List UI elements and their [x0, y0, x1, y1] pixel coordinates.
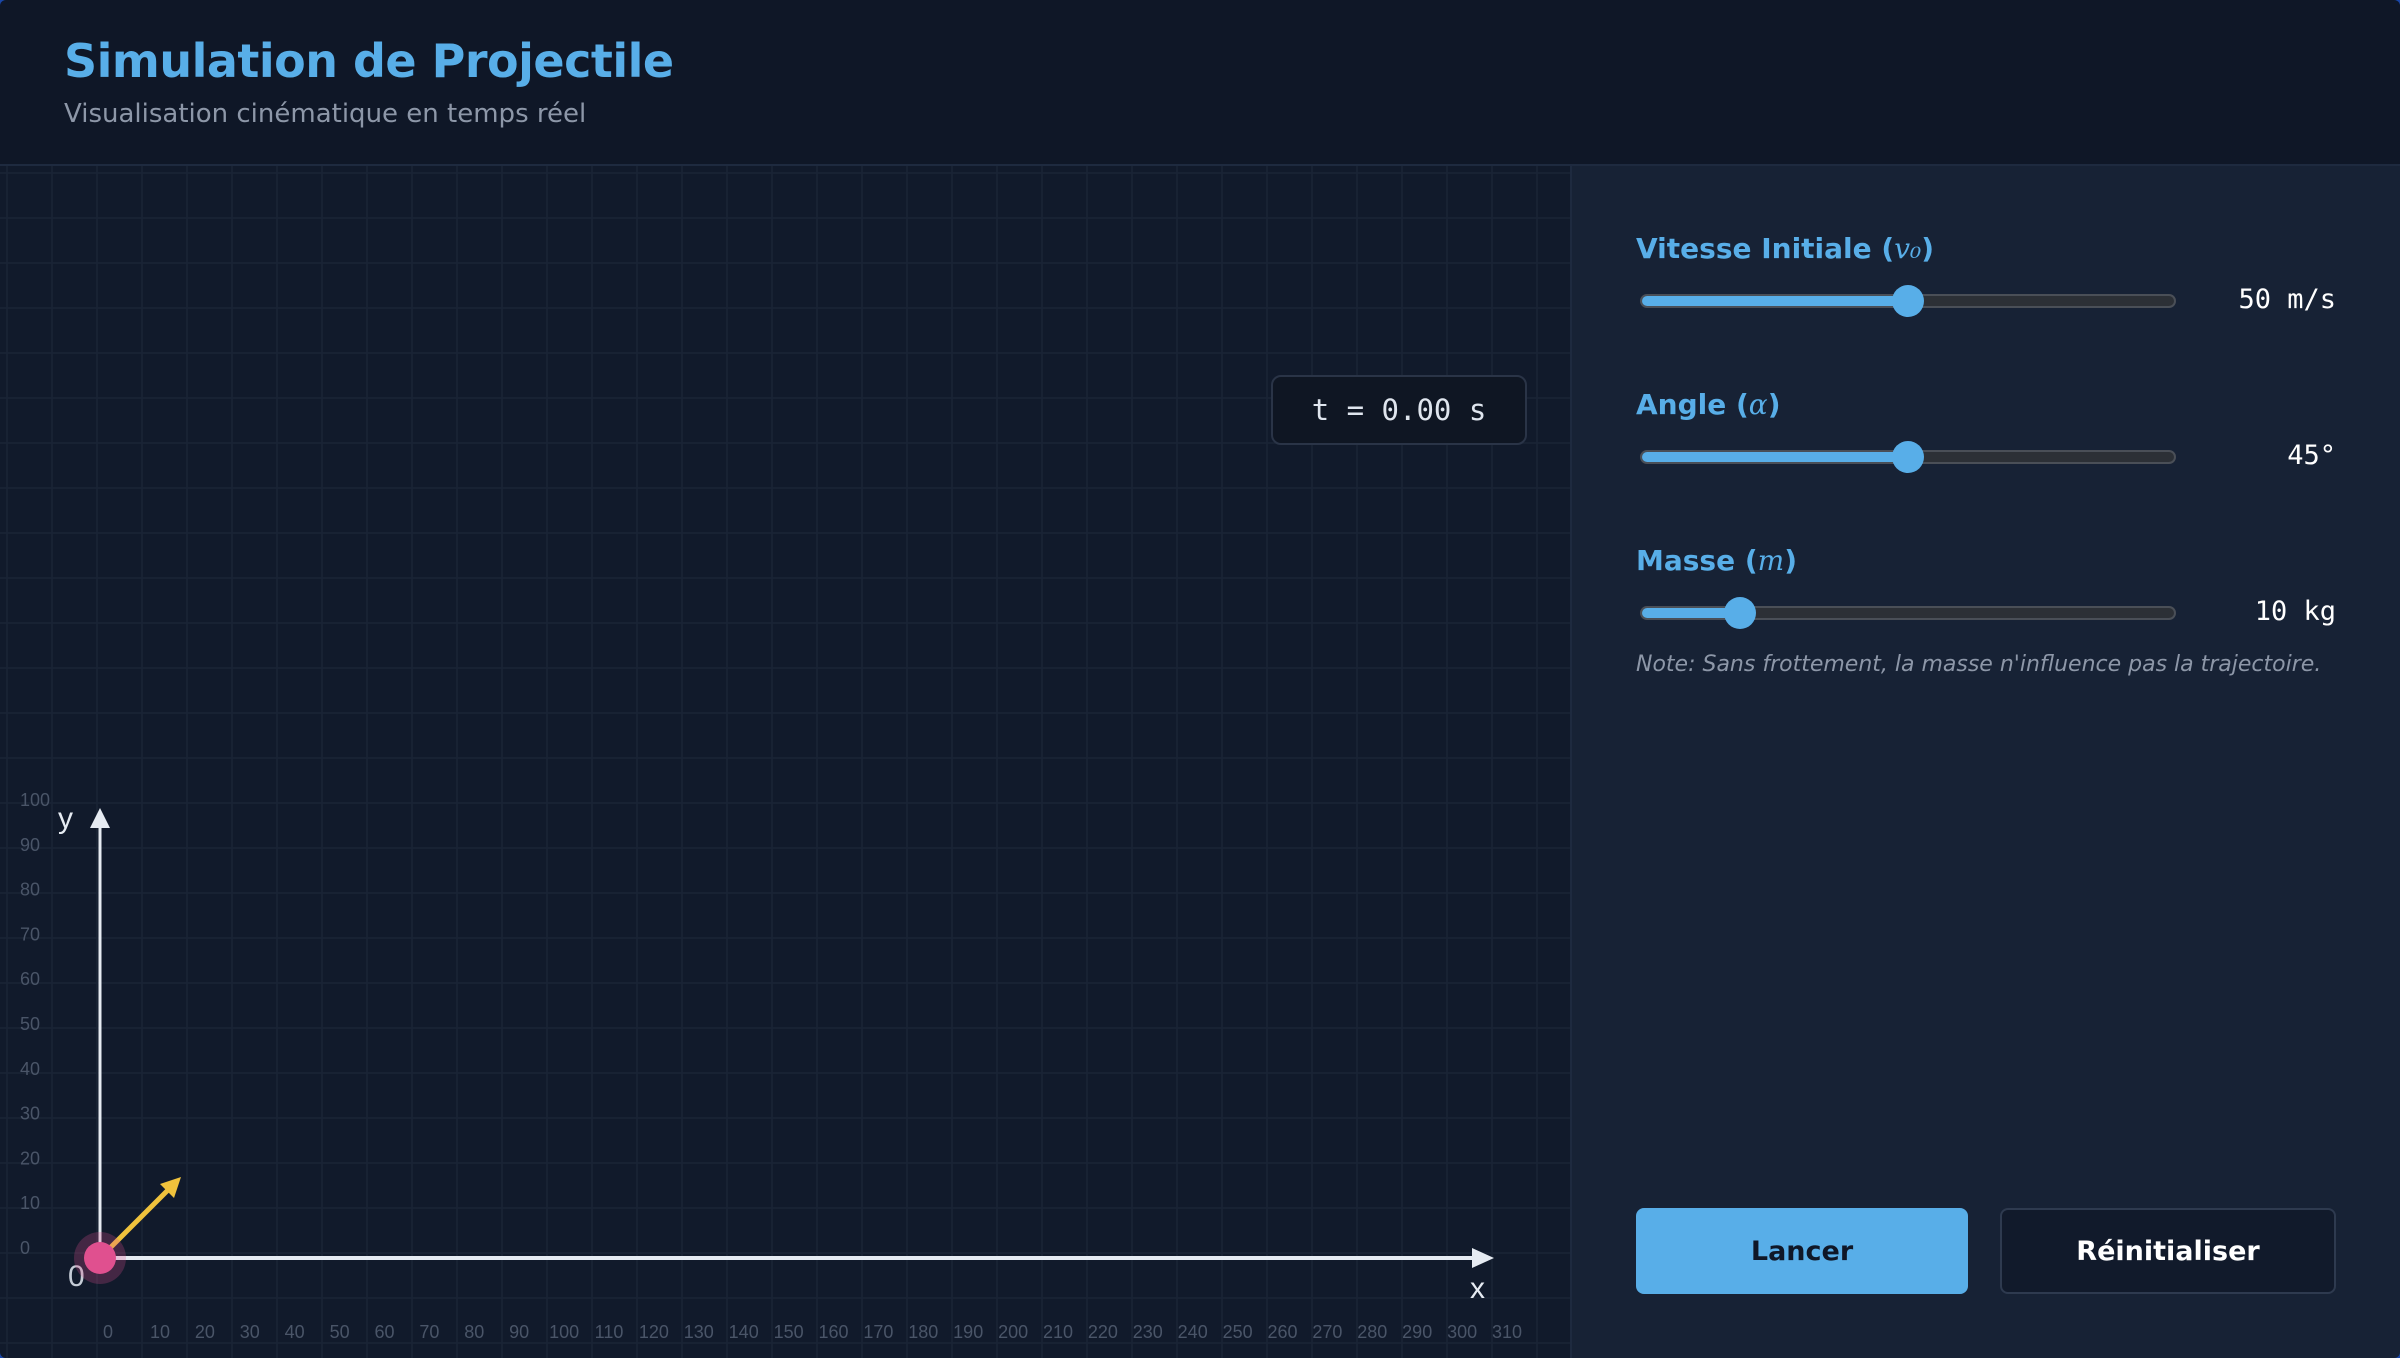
x-axis-ticks: 0 10 20 30 40 50 60 70 80 90 100 110 120 130 140 150 160…: [103, 1322, 1522, 1342]
x-tick-label: 0: [103, 1322, 113, 1342]
x-tick-label: 100: [549, 1322, 579, 1342]
y-tick-label: 70: [20, 924, 40, 944]
angle-label-end: ): [1767, 388, 1781, 421]
velocity-label-end: ): [1921, 232, 1935, 265]
y-tick-label: 30: [20, 1104, 40, 1124]
x-axis-label: x: [1470, 1272, 1485, 1305]
x-tick-label: 230: [1133, 1322, 1163, 1342]
angle-slider-fill: [1642, 452, 1908, 462]
velocity-label-text: Vitesse Initiale (: [1636, 232, 1895, 265]
x-tick-label: 160: [818, 1322, 848, 1342]
angle-value: 45°: [2287, 440, 2336, 471]
x-tick-label: 200: [998, 1322, 1028, 1342]
mass-value: 10 kg: [2254, 596, 2336, 627]
y-tick-label: 40: [20, 1059, 40, 1079]
x-tick-label: 70: [419, 1322, 439, 1342]
y-tick-label: 100: [20, 790, 50, 810]
x-tick-label: 10: [150, 1322, 170, 1342]
page-title: Simulation de Projectile: [64, 34, 674, 88]
x-tick-label: 90: [509, 1322, 529, 1342]
angle-label-text: Angle (: [1636, 388, 1749, 421]
mass-label-text: Masse (: [1636, 544, 1758, 577]
x-tick-label: 220: [1088, 1322, 1118, 1342]
x-tick-label: 210: [1043, 1322, 1073, 1342]
angle-slider[interactable]: [1640, 441, 2176, 473]
x-tick-label: 80: [464, 1322, 484, 1342]
y-tick-label: 20: [20, 1148, 40, 1168]
x-tick-label: 300: [1447, 1322, 1477, 1342]
velocity-symbol: v₀: [1894, 232, 1922, 265]
header: Simulation de Projectile Visualisation c…: [0, 0, 2400, 166]
mass-slider-thumb[interactable]: [1723, 597, 1756, 629]
y-axis-label: y: [58, 802, 73, 835]
x-tick-label: 40: [285, 1322, 305, 1342]
x-tick-label: 130: [684, 1322, 714, 1342]
angle-label: Angle (α): [1636, 388, 1781, 421]
simulation-canvas: 100 90 80 70 60 50 40 30 20 10 0 0 10 20 30 40 50 60 70 80…: [0, 166, 1572, 1358]
y-tick-label: 60: [20, 969, 40, 989]
launch-button[interactable]: Lancer: [1636, 1208, 1968, 1294]
y-tick-label: 10: [20, 1193, 40, 1213]
mass-symbol: m: [1757, 544, 1785, 577]
angle-slider-thumb[interactable]: [1892, 441, 1924, 473]
x-tick-label: 20: [195, 1322, 215, 1342]
velocity-slider[interactable]: [1640, 285, 2176, 317]
x-tick-label: 150: [774, 1322, 804, 1342]
mass-label-end: ): [1784, 544, 1797, 577]
x-tick-label: 190: [953, 1322, 983, 1342]
mass-label: Masse (m): [1636, 544, 1797, 577]
y-tick-label: 0: [20, 1238, 30, 1258]
x-tick-label: 60: [374, 1322, 394, 1342]
reset-button[interactable]: Réinitialiser: [2000, 1208, 2336, 1294]
x-axis-arrow-icon: [1472, 1248, 1494, 1268]
x-tick-label: 110: [595, 1322, 624, 1342]
x-tick-label: 240: [1178, 1322, 1208, 1342]
grid: [0, 166, 1570, 1358]
mass-slider[interactable]: [1640, 597, 2176, 629]
y-tick-label: 90: [20, 835, 40, 855]
x-tick-label: 30: [240, 1322, 260, 1342]
x-tick-label: 170: [863, 1322, 893, 1342]
time-display: t = 0.00 s: [1271, 375, 1527, 445]
projectile: [84, 1242, 116, 1274]
velocity-label: Vitesse Initiale (v₀): [1636, 232, 1934, 265]
y-tick-label: 50: [20, 1014, 40, 1034]
y-tick-label: 80: [20, 880, 40, 900]
angle-symbol: α: [1748, 388, 1768, 421]
x-tick-label: 140: [729, 1322, 759, 1342]
y-axis-arrow-icon: [90, 808, 110, 828]
x-tick-label: 290: [1402, 1322, 1432, 1342]
velocity-slider-thumb[interactable]: [1892, 285, 1924, 317]
x-tick-label: 180: [908, 1322, 938, 1342]
x-tick-label: 260: [1267, 1322, 1297, 1342]
page-subtitle: Visualisation cinématique en temps réel: [64, 99, 587, 129]
simulation-svg: 1009080706050403020100 0 10 20 30 40 50 60 70 80…: [0, 166, 1570, 1358]
mass-note: Note: Sans frottement, la masse n'influe…: [1636, 652, 2322, 677]
velocity-slider-fill: [1642, 296, 1908, 306]
x-tick-label: 270: [1312, 1322, 1342, 1342]
y-axis-ticks: 1009080706050403020100: [20, 790, 50, 1258]
x-tick-label: 120: [639, 1322, 669, 1342]
control-panel: Vitesse Initiale (v₀) 50 m/s Angle (α) 4…: [1572, 166, 2400, 1358]
x-tick-label: 310: [1492, 1322, 1522, 1342]
app-window: Simulation de Projectile Visualisation c…: [0, 0, 2400, 1358]
x-tick-label: 280: [1357, 1322, 1387, 1342]
velocity-value: 50 m/s: [2238, 284, 2336, 315]
x-tick-label: 250: [1223, 1322, 1253, 1342]
x-tick-label: 50: [330, 1322, 350, 1342]
